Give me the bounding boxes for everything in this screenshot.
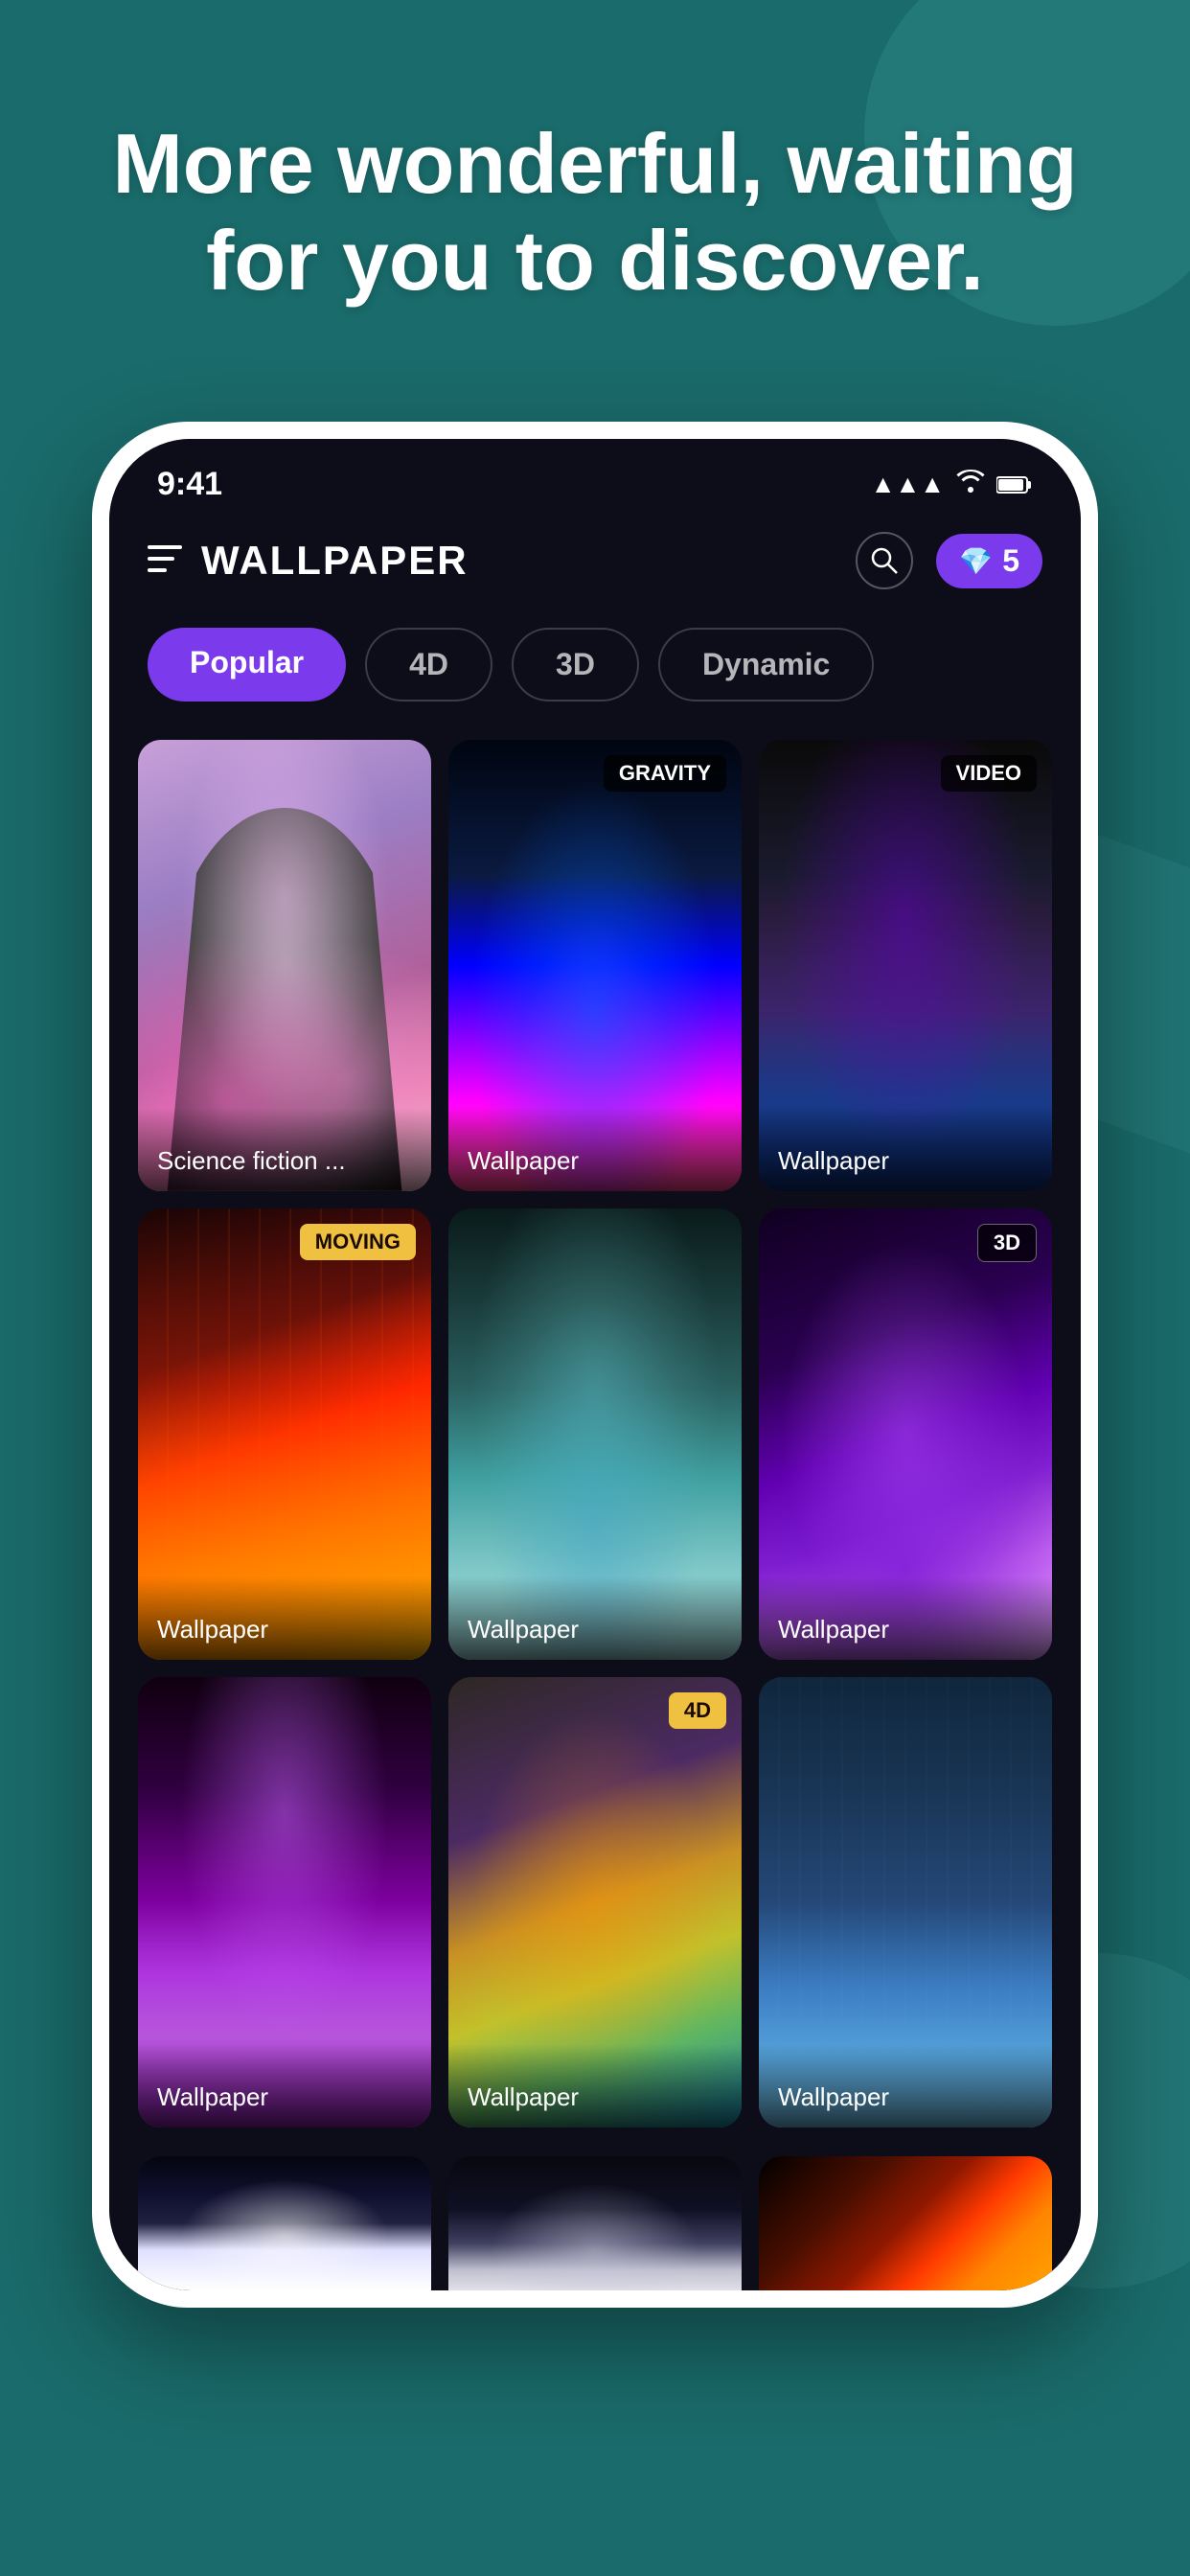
wallpaper-card-8[interactable]: 4D Wallpaper — [448, 1677, 742, 2128]
wallpaper-card-11[interactable] — [448, 2156, 742, 2290]
card-label-1: Science fiction ... — [138, 1108, 431, 1191]
tab-4d[interactable]: 4D — [365, 628, 492, 702]
card-inner-12 — [759, 2156, 1052, 2290]
wifi-icon — [956, 470, 985, 499]
phone-mockup: 9:41 ▲▲▲ — [92, 422, 1098, 2308]
card-inner-11 — [448, 2156, 742, 2290]
card-label-3: Wallpaper — [759, 1108, 1052, 1191]
hero-section: More wonderful, waiting for you to disco… — [57, 115, 1133, 309]
status-time: 9:41 — [157, 466, 222, 503]
search-button[interactable] — [856, 532, 913, 589]
card-label-6: Wallpaper — [759, 1576, 1052, 1660]
card-badge-moving: MOVING — [300, 1224, 416, 1260]
wallpaper-grid: Science fiction ... GRAVITY Wallpaper VI… — [109, 730, 1081, 2156]
card-label-9: Wallpaper — [759, 2044, 1052, 2128]
wallpaper-card-7[interactable]: Wallpaper — [138, 1677, 431, 2128]
card-label-7: Wallpaper — [138, 2044, 431, 2128]
app-header: WALLPAPER 💎 5 — [109, 513, 1081, 609]
card-label-2: Wallpaper — [448, 1108, 742, 1191]
card-badge-gravity: GRAVITY — [604, 755, 726, 792]
tab-3d[interactable]: 3D — [512, 628, 639, 702]
card-badge-4d: 4D — [669, 1692, 726, 1729]
wallpaper-card-9[interactable]: Wallpaper — [759, 1677, 1052, 2128]
card-label-5: Wallpaper — [448, 1576, 742, 1660]
signal-icon: ▲▲▲ — [871, 470, 945, 499]
header-right: 💎 5 — [856, 532, 1042, 589]
card-badge-3d: 3D — [977, 1224, 1037, 1262]
gems-badge[interactable]: 💎 5 — [936, 534, 1042, 588]
battery-icon — [996, 475, 1033, 494]
wallpaper-card-5[interactable]: Wallpaper — [448, 1208, 742, 1660]
tab-dynamic[interactable]: Dynamic — [658, 628, 874, 702]
wallpaper-card-6[interactable]: 3D Wallpaper — [759, 1208, 1052, 1660]
card-inner-10 — [138, 2156, 431, 2290]
hamburger-icon[interactable] — [148, 543, 182, 578]
wallpaper-card-4[interactable]: MOVING Wallpaper — [138, 1208, 431, 1660]
phone-screen: 9:41 ▲▲▲ — [109, 439, 1081, 2290]
wallpaper-card-1[interactable]: Science fiction ... — [138, 740, 431, 1191]
card-label-4: Wallpaper — [138, 1576, 431, 1660]
gem-icon: 💎 — [959, 545, 993, 577]
status-icons: ▲▲▲ — [871, 470, 1033, 499]
hero-title: More wonderful, waiting for you to disco… — [57, 115, 1133, 309]
app-title: WALLPAPER — [201, 538, 469, 584]
wallpaper-card-2[interactable]: GRAVITY Wallpaper — [448, 740, 742, 1191]
card-badge-video: VIDEO — [941, 755, 1037, 792]
tab-popular[interactable]: Popular — [148, 628, 346, 702]
header-left: WALLPAPER — [148, 538, 469, 584]
wallpaper-card-12[interactable] — [759, 2156, 1052, 2290]
partial-row — [109, 2156, 1081, 2290]
wallpaper-card-10[interactable] — [138, 2156, 431, 2290]
wallpaper-card-3[interactable]: VIDEO Wallpaper — [759, 740, 1052, 1191]
status-bar: 9:41 ▲▲▲ — [109, 439, 1081, 513]
gems-count: 5 — [1002, 543, 1019, 579]
card-label-8: Wallpaper — [448, 2044, 742, 2128]
category-tabs: Popular 4D 3D Dynamic — [109, 609, 1081, 730]
phone-outer-shell: 9:41 ▲▲▲ — [92, 422, 1098, 2308]
